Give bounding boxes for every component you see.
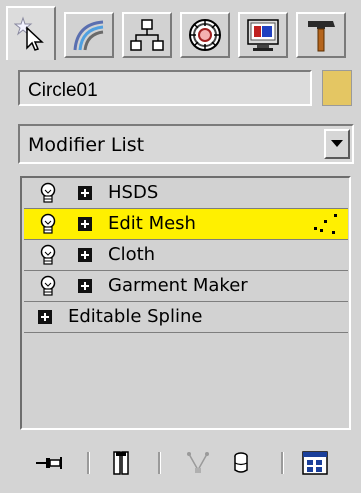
stack-item-label: Garment Maker [108,275,248,296]
expand-plus-icon[interactable] [38,310,52,324]
show-end-result-button[interactable] [106,448,136,478]
modifier-list-value: Modifier List [28,134,145,156]
expand-plus-icon[interactable] [78,248,92,262]
configure-sets-icon [302,451,328,475]
trash-can-icon [234,452,248,473]
stack-item-label: HSDS [108,182,159,203]
modifier-list-arrow-button[interactable] [324,129,350,159]
stack-item-edit-mesh[interactable]: Edit Mesh [24,209,348,240]
command-panel: Modifier List HSDS [0,0,361,493]
tab-utilities[interactable] [296,12,346,58]
vertex-subobject-icon [314,214,337,234]
object-color-swatch[interactable] [322,70,352,106]
create-star-cursor-icon [14,16,44,51]
tab-display[interactable] [238,12,288,58]
tab-modify[interactable] [64,12,114,58]
light-bulb-icon[interactable] [38,275,58,299]
toolbar-separator [87,452,90,474]
light-bulb-icon[interactable] [38,213,58,237]
command-panel-tabs [6,6,356,60]
toolbar-separator [281,452,284,474]
modify-arc-icon [73,20,104,51]
expand-plus-icon[interactable] [78,186,92,200]
toolbar-separator [158,452,161,474]
make-unique-button[interactable] [183,448,213,478]
motion-wheel-icon [189,19,221,51]
stack-item-label: Edit Mesh [108,213,196,234]
display-monitor-icon [247,19,279,51]
stack-item-cloth[interactable]: Cloth [24,240,348,271]
pin-stack-button[interactable] [34,448,64,478]
light-bulb-icon[interactable] [38,244,58,268]
modifier-list-dropdown[interactable]: Modifier List [18,124,354,164]
stack-item-label: Cloth [108,244,156,265]
expand-plus-icon[interactable] [78,279,92,293]
end-result-icon [113,451,129,475]
tab-create[interactable] [6,6,56,60]
hierarchy-tree-icon [130,19,164,51]
stack-item-editable-spline[interactable]: Editable Spline [24,302,348,333]
pin-icon [36,457,62,469]
stack-item-label: Editable Spline [68,306,203,327]
tab-motion[interactable] [180,12,230,58]
expand-plus-icon[interactable] [78,217,92,231]
remove-modifier-button[interactable] [226,448,256,478]
stack-item-hsds[interactable]: HSDS [24,178,348,209]
modifier-stack-list[interactable]: HSDS Edit Mesh Cloth Garment Maker Edita… [20,176,351,430]
configure-modifier-sets-button[interactable] [300,448,330,478]
object-name-field[interactable] [18,70,312,106]
light-bulb-icon[interactable] [38,182,58,206]
tab-hierarchy[interactable] [122,12,172,58]
utilities-hammer-icon [308,21,335,52]
stack-item-garment-maker[interactable]: Garment Maker [24,271,348,302]
chevron-down-icon [331,140,343,147]
make-unique-icon [187,452,209,473]
modifier-stack-toolbar [0,440,361,490]
